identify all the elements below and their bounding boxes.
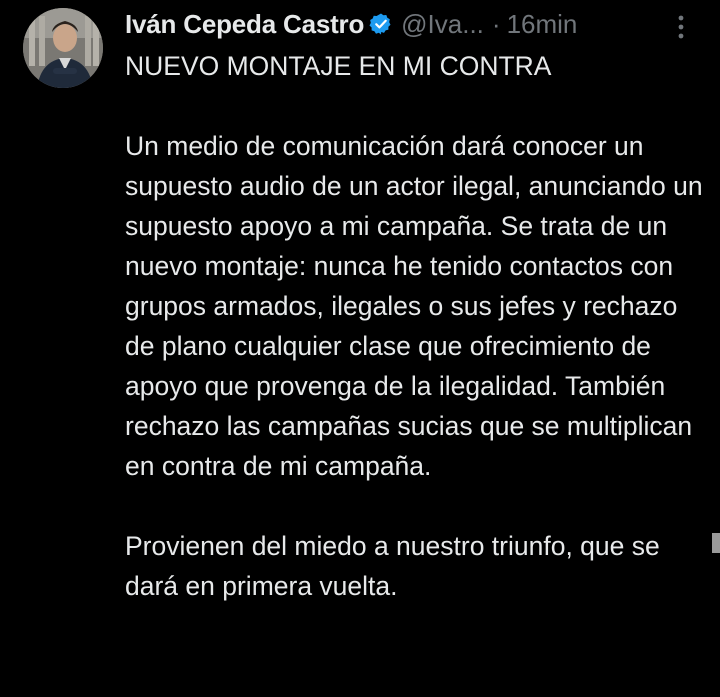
tweet-paragraph: Provienen del miedo a nuestro triunfo, q… [125,531,660,601]
tweet-header: Iván Cepeda Castro @Iva... · 16min [125,6,705,42]
tweet-text: NUEVO MONTAJE EN MI CONTRA Un medio de c… [125,46,710,606]
avatar-photo [23,8,103,88]
verified-badge-icon [369,12,393,36]
display-name[interactable]: Iván Cepeda Castro [125,9,364,40]
user-handle[interactable]: @Iva... [401,9,484,40]
tweet-headline: NUEVO MONTAJE EN MI CONTRA [125,51,552,81]
scrollbar-thumb[interactable] [712,533,720,553]
separator-dot: · [491,8,501,39]
tweet[interactable]: Iván Cepeda Castro @Iva... · 16min NUEVO… [0,0,720,697]
tweet-paragraph: Un medio de comunicación dará conocer un… [125,131,703,481]
more-options-icon[interactable] [676,14,686,40]
timestamp[interactable]: 16min [507,9,578,40]
avatar[interactable] [23,8,103,88]
